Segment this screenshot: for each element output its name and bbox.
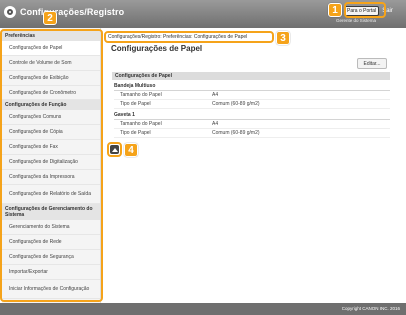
callout-badge-1: 1 (328, 3, 342, 17)
group-drawer-1: Gaveta 1 Tamanho do Papel A4 Tipo de Pap… (114, 112, 390, 138)
row-key: Tamanho do Papel (120, 121, 162, 127)
footer-bar: Copyright CANON INC. 2016 (0, 303, 406, 315)
row-value: Comum (60-89 g/m2) (212, 130, 260, 136)
group-title: Bandeja Multiuso (114, 83, 390, 91)
row-key: Tamanho do Papel (120, 92, 162, 98)
group-title: Gaveta 1 (114, 112, 390, 120)
group-multipurpose-tray: Bandeja Multiuso Tamanho do Papel A4 Tip… (114, 83, 390, 109)
table-row: Tamanho do Papel A4 (114, 120, 390, 129)
section-header: Configurações de Papel (112, 72, 390, 80)
callout-badge-2: 2 (43, 11, 57, 25)
callout-outline-sidebar (0, 29, 103, 302)
row-value: A4 (212, 121, 219, 127)
copyright-text: Copyright CANON INC. 2016 (341, 306, 400, 311)
callout-badge-3: 3 (276, 31, 290, 45)
row-value: A4 (212, 92, 219, 98)
table-row: Tamanho do Papel A4 (114, 91, 390, 100)
page-title: Configurações de Papel (111, 44, 203, 53)
table-row: Tipo de Papel Comum (60-89 g/m2) (114, 100, 390, 109)
callout-badge-4: 4 (124, 143, 138, 157)
callout-outline-breadcrumb (104, 31, 274, 43)
user-role-label: Gerente do Sistema (336, 18, 377, 23)
page-header-title: Configurações/Registro (20, 7, 125, 17)
row-key: Tipo de Papel (120, 101, 151, 107)
callout-outline-top (107, 142, 122, 157)
row-key: Tipo de Papel (120, 130, 151, 136)
table-row: Tipo de Papel Comum (60-89 g/m2) (114, 129, 390, 138)
edit-button[interactable]: Editar... (357, 58, 387, 69)
row-value: Comum (60-89 g/m2) (212, 101, 260, 107)
settings-logo-icon (4, 6, 16, 18)
callout-outline-portal (344, 2, 386, 18)
